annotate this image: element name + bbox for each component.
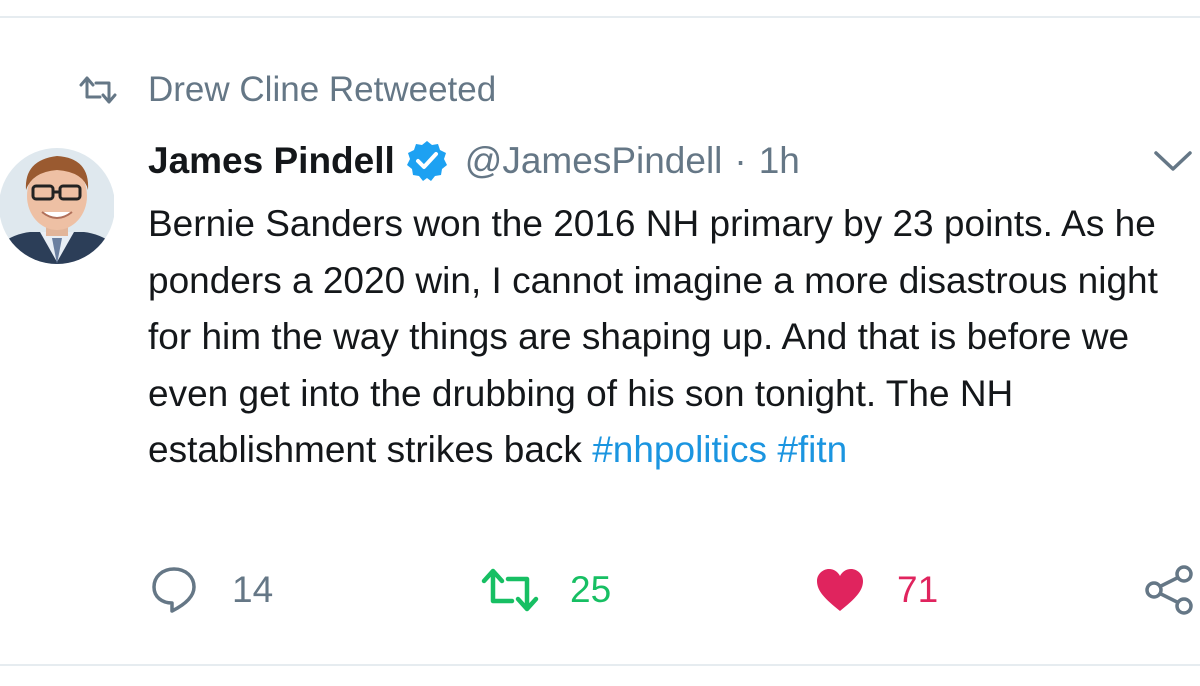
share-icon (1145, 565, 1193, 615)
retweet-count: 25 (570, 569, 612, 610)
separator-dot: · (734, 140, 747, 181)
tweet-actions: 14 25 71 (0, 560, 1200, 620)
hashtag-link[interactable]: #fitn (777, 429, 847, 470)
retweet-banner[interactable]: Drew Cline Retweeted (78, 68, 496, 112)
tweet-header: James Pindell @JamesPindell · 1h (148, 136, 800, 186)
avatar[interactable] (0, 134, 114, 274)
retweet-icon (79, 76, 117, 104)
avatar-image (0, 148, 114, 264)
reply-button[interactable]: 14 (150, 560, 273, 620)
like-button[interactable]: 71 (815, 560, 938, 620)
heart-icon (817, 569, 863, 611)
author-handle[interactable]: @JamesPindell (465, 140, 723, 182)
bottom-divider (0, 664, 1200, 666)
chevron-down-icon[interactable] (1152, 148, 1194, 174)
tweet-text: Bernie Sanders won the 2016 NH primary b… (148, 196, 1188, 479)
like-count: 71 (897, 569, 939, 610)
verified-badge-icon (406, 141, 447, 181)
retweet-banner-text: Drew Cline Retweeted (148, 70, 497, 109)
hashtag-spacer (767, 429, 777, 470)
hashtag-link[interactable]: #nhpolitics (592, 429, 767, 470)
retweet-button[interactable]: 25 (480, 560, 611, 620)
reply-icon (152, 567, 196, 613)
tweet-timestamp[interactable]: 1h (759, 140, 800, 182)
reply-count: 14 (232, 569, 274, 610)
author-name[interactable]: James Pindell (148, 140, 395, 182)
retweet-icon (481, 568, 539, 612)
top-divider (0, 16, 1200, 18)
share-button[interactable] (1144, 560, 1196, 620)
